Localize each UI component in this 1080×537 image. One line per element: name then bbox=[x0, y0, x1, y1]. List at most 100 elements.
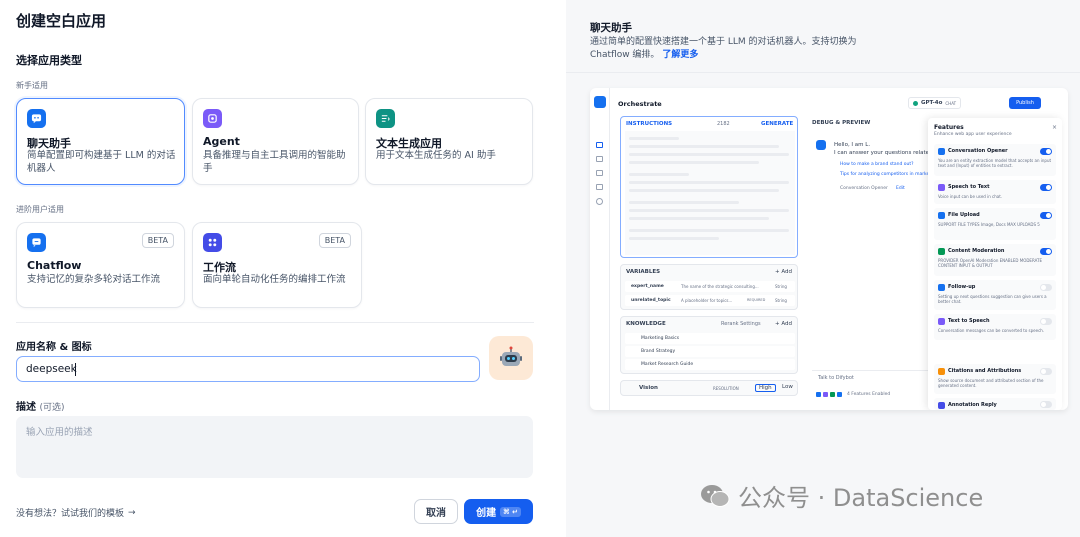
feature-toggle bbox=[1040, 148, 1052, 155]
feature-name: Annotation Reply bbox=[948, 402, 997, 408]
api-icon bbox=[596, 156, 603, 162]
features-enabled-bar: 4 Features Enabled bbox=[816, 392, 890, 397]
knowledge-name: Brand Strategy bbox=[641, 349, 676, 354]
feature-toggle bbox=[1040, 368, 1052, 375]
dialog-title: 创建空白应用 bbox=[16, 12, 107, 30]
text-cursor bbox=[75, 363, 76, 376]
features-enabled-text: 4 Features Enabled bbox=[847, 392, 891, 397]
feature-toggle bbox=[1040, 284, 1052, 291]
debug-preview-label: DEBUG & PREVIEW bbox=[812, 120, 871, 126]
create-button[interactable]: 创建 ⌘ ↵ bbox=[464, 499, 533, 524]
text-line bbox=[629, 161, 759, 164]
mock-variables-panel: VARIABLES + Add expert_name The name of … bbox=[620, 264, 798, 310]
card-desc: 用于文本生成任务的 AI 助手 bbox=[376, 150, 496, 161]
app-name-value: deepseek bbox=[26, 363, 77, 375]
app-icon-picker[interactable] bbox=[489, 336, 533, 380]
feature-desc: SUPPORT FILE TYPES Image, Docs MAX UPLOA… bbox=[938, 222, 1040, 227]
app-type-card-workflow[interactable]: BETA 工作流 面向单轮自动化任务的编排工作流 bbox=[192, 222, 362, 308]
feature-name: Text to Speech bbox=[948, 318, 990, 324]
add-variable: + Add bbox=[775, 269, 793, 275]
bot-avatar bbox=[816, 140, 826, 150]
app-type-card-agent[interactable]: Agent 具备推理与自主工具调用的智能助手 bbox=[192, 98, 359, 185]
variable-desc: A placeholder for topics... bbox=[681, 298, 733, 303]
card-title: Chatflow bbox=[27, 259, 82, 272]
text-line bbox=[629, 201, 739, 204]
knowledge-name: Marketing Basics bbox=[641, 336, 680, 341]
template-link[interactable]: 没有想法？试试我们的模板 → bbox=[16, 506, 136, 520]
card-title: Agent bbox=[203, 135, 240, 148]
knowledge-name: Market Research Guide bbox=[641, 362, 694, 367]
advanced-group-label: 进阶用户适用 bbox=[16, 205, 64, 214]
feature-desc: Voice input can be used in chat. bbox=[938, 194, 1003, 199]
learn-more-link[interactable]: 了解更多 bbox=[662, 50, 698, 60]
model-name: GPT-4o bbox=[921, 100, 943, 106]
mock-chat-input: Talk to Difybot bbox=[812, 370, 932, 384]
app-type-preview: 聊天助手 通过简单的配置快速搭建一个基于 LLM 的对话机器人。支持切换为 Ch… bbox=[566, 0, 1080, 537]
opener-label: Conversation Opener bbox=[840, 186, 888, 191]
text-line bbox=[629, 137, 679, 140]
vision-label: Vision bbox=[639, 385, 658, 391]
close-icon: × bbox=[1052, 124, 1058, 131]
suggested-question: Tips for analyzing competitors in market bbox=[840, 172, 932, 177]
feature-item: File Upload SUPPORT FILE TYPES Image, Do… bbox=[934, 208, 1056, 240]
feature-item: Conversation Opener You are an entity ex… bbox=[934, 144, 1056, 176]
feature-dot bbox=[837, 392, 842, 397]
optional-hint: (可选) bbox=[39, 403, 65, 413]
variables-label: VARIABLES bbox=[626, 269, 661, 275]
variable-row: expert_name The name of the strategic co… bbox=[625, 281, 795, 292]
variable-key: unrelated_topic bbox=[631, 298, 671, 303]
annotation-icon bbox=[596, 184, 603, 190]
preview-desc-text: 通过简单的配置快速搭建一个基于 LLM 的对话机器人。支持切换为 Chatflo… bbox=[590, 37, 857, 60]
preview-screenshot: Orchestrate GPT-4o CHAT Publish INSTRUCT… bbox=[590, 88, 1068, 410]
beta-badge: BETA bbox=[141, 233, 174, 248]
model-mode: CHAT bbox=[945, 100, 957, 106]
card-desc: 面向单轮自动化任务的编排工作流 bbox=[203, 274, 346, 285]
instructions-label: INSTRUCTIONS bbox=[626, 121, 673, 127]
low-option: Low bbox=[782, 384, 793, 390]
app-type-card-chatflow[interactable]: BETA Chatflow 支持记忆的复杂多轮对话工作流 bbox=[16, 222, 185, 308]
mock-model-selector: GPT-4o CHAT bbox=[908, 97, 962, 109]
monitor-icon bbox=[596, 198, 603, 205]
cancel-button[interactable]: 取消 bbox=[414, 499, 458, 524]
description-label: 描述 (可选) bbox=[16, 398, 65, 413]
mock-vision-panel: Vision RESOLUTION High Low bbox=[620, 380, 798, 396]
feature-dot bbox=[816, 392, 821, 397]
add-knowledge: + Add bbox=[775, 321, 793, 327]
watermark: 公众号 · DataScience bbox=[700, 478, 983, 513]
publish-label: Publish bbox=[1016, 100, 1034, 106]
card-desc: 简单配置即可构建基于 LLM 的对话机器人 bbox=[27, 150, 176, 174]
feature-name: Follow-up bbox=[948, 284, 976, 290]
cancel-label: 取消 bbox=[426, 508, 446, 519]
mock-orchestrate-title: Orchestrate bbox=[618, 100, 662, 108]
feature-name: File Upload bbox=[948, 212, 980, 218]
watermark-text: 公众号 · DataScience bbox=[738, 484, 984, 512]
feature-item: Citations and Attributions Show source d… bbox=[934, 364, 1056, 394]
app-name-input[interactable]: deepseek bbox=[16, 356, 480, 382]
required-badge: REQUIRED bbox=[747, 298, 766, 302]
feature-item: Text to Speech Conversation messages can… bbox=[934, 314, 1056, 340]
feature-item: Annotation Reply bbox=[934, 398, 1056, 410]
card-desc: 具备推理与自主工具调用的智能助手 bbox=[203, 150, 346, 174]
variable-type: String bbox=[775, 284, 787, 289]
app-type-card-chatbot[interactable]: 聊天助手 简单配置即可构建基于 LLM 的对话机器人 bbox=[16, 98, 185, 185]
knowledge-label: KNOWLEDGE bbox=[626, 321, 666, 327]
card-desc: 支持记忆的复杂多轮对话工作流 bbox=[27, 274, 161, 285]
microphone-icon bbox=[938, 184, 945, 191]
suggested-question: How to make a brand stand out? bbox=[840, 162, 914, 167]
text-line bbox=[629, 217, 769, 220]
rerank-settings: Rerank Settings bbox=[721, 321, 761, 327]
app-logo-icon bbox=[594, 96, 606, 108]
description-textarea[interactable]: 输入应用的描述 bbox=[16, 416, 533, 478]
agent-icon bbox=[203, 109, 222, 128]
feature-name: Citations and Attributions bbox=[948, 368, 1022, 374]
feature-name: Content Moderation bbox=[948, 248, 1005, 254]
mock-sidebar bbox=[590, 88, 610, 410]
app-type-card-text-generator[interactable]: 文本生成应用 用于文本生成任务的 AI 助手 bbox=[365, 98, 533, 185]
features-subtitle: Enhance web app user experience bbox=[934, 132, 1012, 137]
create-label: 创建 bbox=[476, 508, 497, 519]
preview-title: 聊天助手 bbox=[590, 22, 632, 34]
wechat-icon bbox=[701, 484, 730, 507]
arrow-right-icon: → bbox=[128, 507, 136, 518]
mock-features-panel: Features Enhance web app user experience… bbox=[928, 118, 1062, 410]
chat-bubble-icon bbox=[27, 109, 46, 128]
